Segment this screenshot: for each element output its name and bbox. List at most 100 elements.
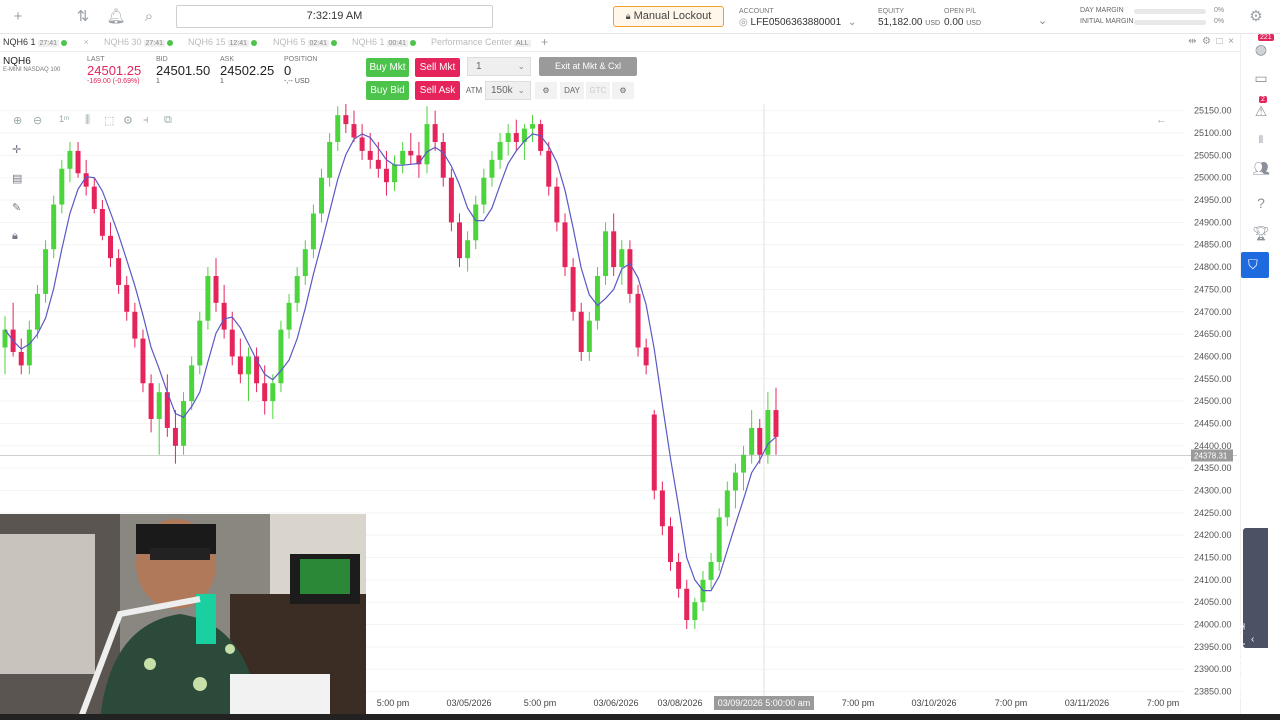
price-tick-label: 24900.00 <box>1194 217 1232 227</box>
candle-body <box>749 427 755 455</box>
candle-body <box>59 168 65 205</box>
maximize-icon[interactable]: □ <box>1217 36 1223 47</box>
search-icon[interactable]: ⌕ <box>139 7 159 27</box>
apps-icon[interactable]: ◍ <box>1251 39 1271 59</box>
price-tick-label: 24550.00 <box>1194 374 1232 384</box>
tif-gtc-button[interactable]: GTC <box>586 82 610 99</box>
candle-body <box>375 159 381 169</box>
candle-body <box>310 213 316 250</box>
bid-size: 1 <box>156 78 160 85</box>
account-icon: ◎ <box>739 17 748 28</box>
day-margin-bar <box>1134 9 1206 14</box>
back-arrow-icon[interactable]: ← <box>1156 114 1167 126</box>
candle-body <box>75 150 81 174</box>
account-select[interactable]: ◎ LFE0506363880001 ⌄ <box>739 17 856 28</box>
atm-select[interactable]: 150k ⌄ <box>485 81 531 100</box>
price-tick-label: 24800.00 <box>1194 262 1232 272</box>
tab-nqh6-1[interactable]: NQH6 1 27:41 × <box>3 37 89 47</box>
gear-icon[interactable]: ⚙ <box>1202 36 1211 47</box>
price-change: -169.00 (-0.69%) <box>87 78 140 85</box>
symbol-block[interactable]: NQH6 E-MINI NASDAQ 100 <box>3 56 60 73</box>
tradovate-help-tab[interactable]: Tradovate Help ‹ <box>1234 528 1268 698</box>
candle-body <box>319 177 325 214</box>
candle-body <box>270 383 276 402</box>
time-tick-label: 7:00 pm <box>1147 698 1180 708</box>
candle-body <box>400 150 406 165</box>
time-tick-label: 5:00 pm <box>377 698 410 708</box>
price-tick-label: 24650.00 <box>1194 329 1232 339</box>
candle-type-icon[interactable]: ⫼ <box>85 114 90 127</box>
notes-icon[interactable]: ▤ <box>12 172 22 185</box>
crop-icon[interactable]: ⬚ <box>104 114 114 127</box>
manual-lockout-button[interactable]: 🔒︎ Manual Lockout <box>613 6 724 27</box>
ask-size: 1 <box>220 78 224 85</box>
close-icon[interactable]: × <box>1228 36 1234 47</box>
symbol-description: E-MINI NASDAQ 100 <box>3 67 61 73</box>
candle-body <box>440 141 446 178</box>
tab-nqh6-15[interactable]: NQH6 15 12:41 <box>188 37 258 47</box>
tab-nqh6-1b[interactable]: NQH6 1 00:41 <box>352 37 417 47</box>
lock-icon[interactable]: 🔒︎ <box>12 230 18 243</box>
sell-ask-button[interactable]: Sell Ask <box>415 81 460 100</box>
candle-body <box>667 526 673 562</box>
candle-body <box>245 356 251 375</box>
order-settings-icon[interactable]: ⚙ <box>612 82 634 99</box>
settings-icon[interactable]: ⚙ <box>1246 7 1266 27</box>
indicators-icon[interactable]: ⫞ <box>143 114 149 127</box>
layout-icon[interactable]: ⧉ <box>164 114 172 127</box>
zoom-in-icon[interactable]: ⊕ <box>13 114 22 127</box>
users-icon[interactable]: 👥︎ <box>1251 158 1271 178</box>
warning-icon[interactable]: ⚠ <box>1251 101 1271 121</box>
timeframe-icon[interactable]: 1ᵐ <box>59 114 69 124</box>
candle-body <box>124 284 130 312</box>
pencil-icon[interactable]: ✎ <box>12 201 21 214</box>
atm-settings-icon[interactable]: ⚙ <box>535 82 557 99</box>
candle-body <box>327 141 333 178</box>
settings-icon[interactable]: ⚙ <box>123 114 133 127</box>
split-icon[interactable]: ⇹ <box>1188 36 1196 47</box>
add-tab-icon[interactable]: + <box>541 35 548 49</box>
candle-body <box>116 258 122 285</box>
tab-performance-center[interactable]: Performance Center ALL <box>431 37 531 47</box>
bars-icon[interactable]: ⦀ <box>1251 131 1271 151</box>
price-tick-label: 24300.00 <box>1194 485 1232 495</box>
buy-bid-button[interactable]: Buy Bid <box>366 81 409 100</box>
candle-body <box>570 267 576 312</box>
trophy-icon[interactable]: 🏆︎ <box>1251 223 1271 243</box>
tab-nqh6-30[interactable]: NQH6 30 27:41 <box>104 37 174 47</box>
candle-body <box>343 115 349 125</box>
current-price-label: 24378.31 <box>1194 451 1228 460</box>
candle-body <box>278 329 284 384</box>
candle-body <box>773 410 779 437</box>
candle-body <box>611 231 617 268</box>
close-icon[interactable]: × <box>84 37 89 47</box>
candle-body <box>367 150 373 160</box>
chat-icon[interactable]: ▭ <box>1251 68 1271 88</box>
candle-body <box>676 561 682 589</box>
shield-button[interactable]: ⛉ <box>1241 252 1269 278</box>
chevron-down-icon[interactable]: ⌄ <box>1038 14 1047 27</box>
bell-icon[interactable]: 🔔︎ <box>106 7 126 27</box>
quantity-select[interactable]: 1 ⌄ <box>467 57 531 76</box>
sell-mkt-button[interactable]: Sell Mkt <box>415 58 460 77</box>
tab-nqh6-5[interactable]: NQH6 5 02:41 <box>273 37 338 47</box>
candle-body <box>34 293 40 330</box>
help-icon[interactable]: ? <box>1251 193 1271 213</box>
position-sub: -,-- USD <box>284 78 310 85</box>
time-tick-label: 03/08/2026 <box>657 698 702 708</box>
zoom-out-icon[interactable]: ⊖ <box>33 114 42 127</box>
candle-body <box>148 383 154 419</box>
exit-at-mkt-button[interactable]: Exit at Mkt & Cxl <box>539 57 637 76</box>
crosshair-icon[interactable]: ✛ <box>12 143 21 156</box>
price-tick-label: 24750.00 <box>1194 284 1232 294</box>
price-tick-label: 24700.00 <box>1194 307 1232 317</box>
candle-body <box>708 561 714 580</box>
add-icon[interactable]: + <box>8 7 28 27</box>
clock-display: 7:32:19 AM <box>176 5 493 28</box>
candle-body <box>465 240 471 259</box>
buy-mkt-button[interactable]: Buy Mkt <box>366 58 409 77</box>
tif-day-button[interactable]: DAY <box>560 82 584 99</box>
sort-icon[interactable]: ⇅ <box>73 7 93 27</box>
price-tick-label: 24400.00 <box>1194 441 1232 451</box>
price-tick-label: 24350.00 <box>1194 463 1232 473</box>
